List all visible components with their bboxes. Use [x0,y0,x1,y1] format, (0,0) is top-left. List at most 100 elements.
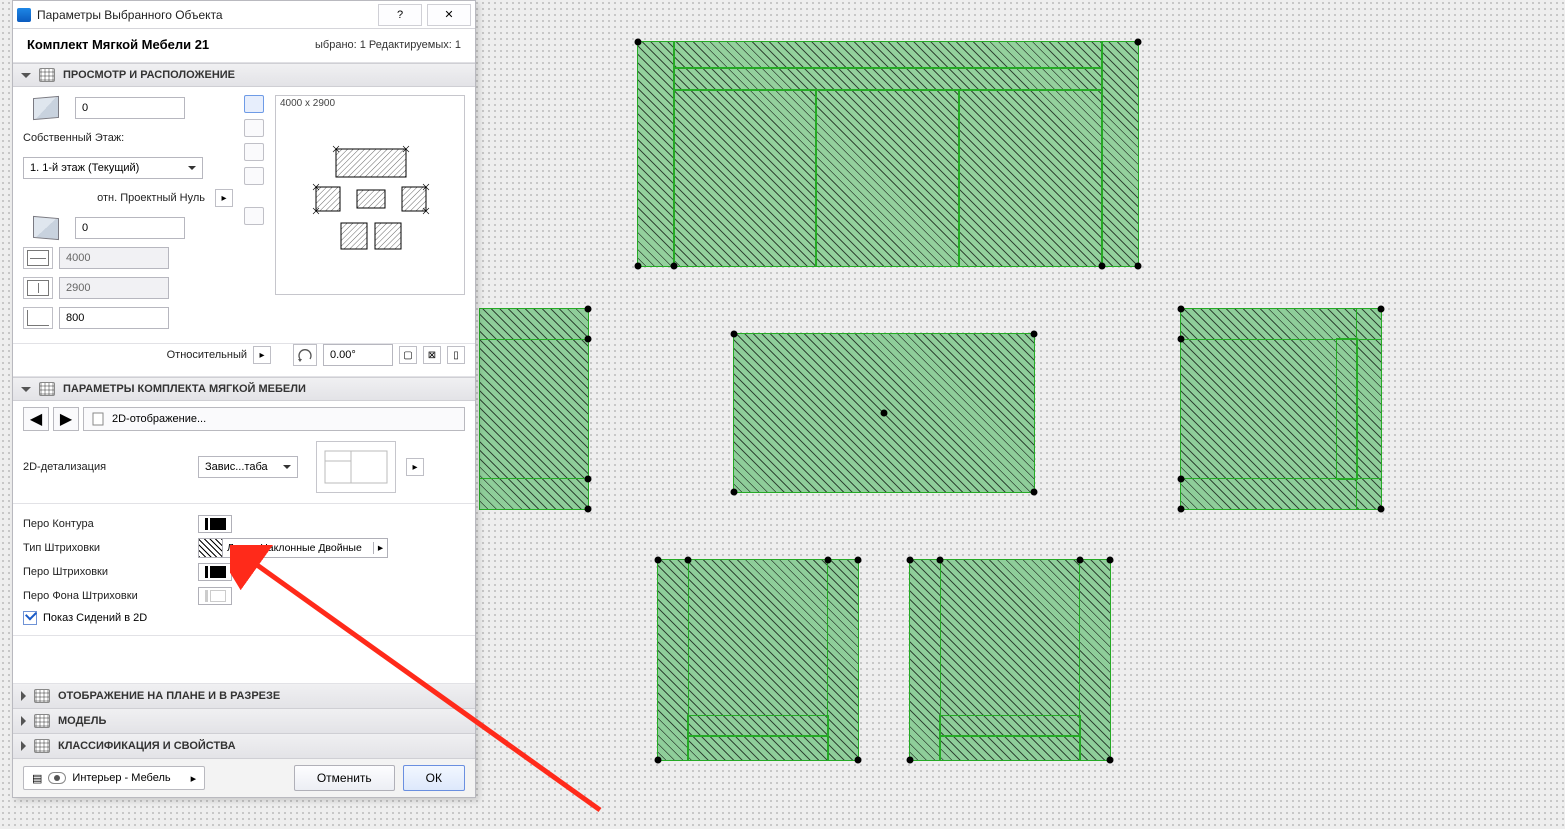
section-classif-head[interactable]: КЛАССИФИКАЦИЯ И СВОЙСТВА [13,734,475,759]
rotation-label: Относительный [167,349,247,361]
armchair-bottom-right[interactable] [910,560,1110,760]
section-icon [39,382,55,396]
hatch-arrow-icon: ▸ [373,542,387,554]
preview-svg [276,114,466,294]
hatch-bg-pen-control[interactable] [198,587,232,605]
dim-y-input[interactable] [59,277,169,299]
selection-info: ыбрано: 1 Редактируемых: 1 [315,39,461,51]
detail-value: Завис...таба [205,461,268,473]
section-model-head[interactable]: МОДЕЛЬ [13,709,475,734]
section-icon [34,739,50,753]
help-button[interactable]: ? [378,4,422,26]
rotation-popup-icon[interactable]: ▸ [253,346,271,364]
caret-down-icon [283,465,291,469]
section-plan-head[interactable]: ОТОБРАЖЕНИЕ НА ПЛАНЕ И В РАЗРЕЗЕ [13,684,475,709]
view-list-button[interactable] [244,167,264,185]
object-name: Комплект Мягкой Мебели 21 [27,37,209,52]
detail-label: 2D-детализация [23,461,188,473]
z-top-input[interactable] [75,97,185,119]
object-settings-dialog: Параметры Выбранного Объекта ? ✕ Комплек… [12,0,476,798]
layer-name: Интерьер - Мебель [72,772,170,784]
app-icon [17,8,31,22]
caret-down-icon [188,166,196,170]
section-icon [34,689,50,703]
section-preview-title: ПРОСМОТР И РАСПОЛОЖЕНИЕ [63,69,235,81]
mirror-x-button[interactable]: ▢ [399,346,417,364]
own-story-label: Собственный Этаж: [23,132,124,144]
chevron-right-icon [21,691,26,701]
hatch-pen-control[interactable] [198,563,232,581]
own-story-value: 1. 1-й этаж (Текущий) [30,162,139,174]
section-icon [34,714,50,728]
hatch-type-label: Тип Штриховки [23,542,188,554]
elevation-top-icon [33,96,59,120]
detail-combo[interactable]: Завис...таба [198,456,298,478]
section-preview-body: Собственный Этаж: 1. 1-й этаж (Текущий) … [13,87,475,344]
contour-pen-label: Перо Контура [23,518,188,530]
section-params-head[interactable]: ПАРАМЕТРЫ КОМПЛЕКТА МЯГКОЙ МЕБЕЛИ [13,377,475,401]
rotation-row: Относительный ▸ ▢ ⊠ ▯ [13,344,475,377]
nav-path[interactable]: 2D-отображение... [83,407,465,431]
chevron-down-icon [21,73,31,78]
preview-box: 4000 x 2900 [275,95,465,295]
chevron-right-icon [21,716,26,726]
dialog-footer: ▤ Интерьер - Мебель ▸ Отменить ОК [13,759,475,797]
nav-crumb: 2D-отображение... [112,413,206,425]
proj-zero-popup-icon[interactable]: ▸ [215,189,233,207]
dim-x-input[interactable] [59,247,169,269]
detail-popup-icon[interactable]: ▸ [406,458,424,476]
elevation-bottom-icon [33,216,59,240]
mirror-y-button[interactable]: ▯ [447,346,465,364]
section-plan-title: ОТОБРАЖЕНИЕ НА ПЛАНЕ И В РАЗРЕЗЕ [58,690,280,702]
section-classif-title: КЛАССИФИКАЦИЯ И СВОЙСТВА [58,740,236,752]
dialog-title: Параметры Выбранного Объекта [37,8,372,22]
dim-x-icon [23,247,53,269]
nav-fwd-button[interactable]: ▶ [53,407,79,431]
preview-mode-tools [243,95,265,331]
hatch-pen-label: Перо Штриховки [23,566,188,578]
dim-z-icon [23,307,53,329]
table-center[interactable] [734,334,1034,492]
mirror-toggle-button[interactable]: ⊠ [423,346,441,364]
show-seats-label: Показ Сидений в 2D [43,612,147,624]
view-2d-button[interactable] [244,95,264,113]
view-front-button[interactable] [244,119,264,137]
section-icon [39,68,55,82]
nav-back-button[interactable]: ◀ [23,407,49,431]
view-3d-button[interactable] [244,143,264,161]
armchair-left[interactable] [480,309,588,509]
section-model-title: МОДЕЛЬ [58,715,106,727]
contour-pen-control[interactable] [198,515,232,533]
preview-dim: 4000 x 2900 [280,98,335,109]
armchair-bottom-left[interactable] [658,560,858,760]
chevron-right-icon [21,741,26,751]
rotation-input[interactable] [323,344,393,366]
proj-zero-label: отн. Проектный Нуль [47,192,205,204]
z-bottom-input[interactable] [75,217,185,239]
section-preview-head[interactable]: ПРОСМОТР И РАСПОЛОЖЕНИЕ [13,63,475,87]
view-info-button[interactable] [244,207,264,225]
own-story-combo[interactable]: 1. 1-й этаж (Текущий) [23,157,203,179]
show-seats-checkbox[interactable] [23,611,37,625]
armchair-right[interactable] [1181,309,1381,509]
hatch-type-control[interactable]: Линии Наклонные Двойные ▸ [198,538,388,558]
section-params-title: ПАРАМЕТРЫ КОМПЛЕКТА МЯГКОЙ МЕБЕЛИ [63,383,306,395]
layer-selector[interactable]: ▤ Интерьер - Мебель ▸ [23,766,205,790]
ok-button[interactable]: ОК [403,765,465,791]
dim-z-input[interactable] [59,307,169,329]
hatch-bg-pen-label: Перо Фона Штриховки [23,590,188,602]
eye-icon [48,772,66,784]
hatch-type-value: Линии Наклонные Двойные [223,542,373,554]
hatch-swatch-icon [199,539,223,557]
rotation-icon [293,344,317,366]
section-params-body: ◀ ▶ 2D-отображение... 2D-детализация Зав… [13,401,475,636]
cancel-button[interactable]: Отменить [294,765,395,791]
page-icon [92,412,104,426]
dim-y-icon [23,277,53,299]
detail-preview[interactable] [316,441,396,493]
close-button[interactable]: ✕ [427,4,471,26]
chevron-down-icon [21,387,31,392]
sofa-top[interactable] [638,42,1138,266]
titlebar[interactable]: Параметры Выбранного Объекта ? ✕ [13,1,475,29]
subtitle-bar: Комплект Мягкой Мебели 21 ыбрано: 1 Реда… [13,29,475,63]
